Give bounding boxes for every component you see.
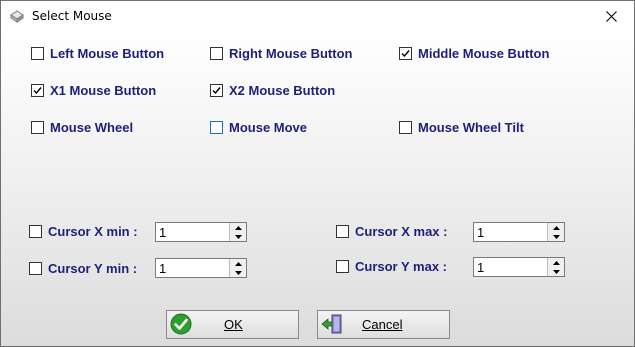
- arrow-down-icon: [234, 234, 242, 239]
- cursor-y-max-input[interactable]: [474, 258, 548, 276]
- right-mouse-button-option[interactable]: Right Mouse Button: [210, 46, 352, 61]
- arrow-up-icon: [234, 225, 242, 230]
- cursor-x-min-label: Cursor X min :: [48, 224, 138, 239]
- mouse-wheel-tilt-option[interactable]: Mouse Wheel Tilt: [399, 120, 524, 135]
- cursor-y-min-option[interactable]: Cursor Y min :: [29, 261, 137, 276]
- cursor-y-min-input[interactable]: [156, 259, 230, 277]
- mouse-wheel-option[interactable]: Mouse Wheel: [31, 120, 133, 135]
- green-checkmark-icon: [170, 313, 192, 335]
- middle-mouse-button-checkbox[interactable]: [399, 47, 412, 60]
- cursor-y-min-arrows: [229, 259, 246, 277]
- cursor-x-max-option[interactable]: Cursor X max :: [336, 224, 447, 239]
- ok-button-label: OK: [224, 317, 243, 332]
- cursor-y-max-checkbox[interactable]: [336, 260, 349, 273]
- cursor-x-min-arrows: [229, 223, 246, 241]
- cursor-y-min-checkbox[interactable]: [29, 262, 42, 275]
- right-mouse-button-checkbox[interactable]: [210, 47, 223, 60]
- left-mouse-button-option[interactable]: Left Mouse Button: [31, 46, 164, 61]
- cursor-x-max-input[interactable]: [474, 223, 548, 241]
- mouse-move-checkbox[interactable]: [210, 121, 223, 134]
- left-mouse-button-label: Left Mouse Button: [50, 46, 165, 61]
- cursor-y-max-spinbox[interactable]: [473, 257, 565, 277]
- cancel-button-label: Cancel: [362, 317, 403, 332]
- dialog-body: Left Mouse Button Right Mouse Button Mid…: [1, 32, 634, 346]
- close-button[interactable]: [589, 1, 634, 31]
- cursor-x-min-checkbox[interactable]: [29, 225, 42, 238]
- middle-mouse-button-option[interactable]: Middle Mouse Button: [399, 46, 549, 61]
- mouse-wheel-tilt-checkbox[interactable]: [399, 121, 412, 134]
- cursor-x-max-label: Cursor X max :: [355, 224, 448, 239]
- left-mouse-button-checkbox[interactable]: [31, 47, 44, 60]
- checkmark-icon: [212, 87, 221, 95]
- ok-button[interactable]: OK: [166, 310, 299, 339]
- arrow-up-icon: [234, 261, 242, 266]
- mouse-wheel-checkbox[interactable]: [31, 121, 44, 134]
- cursor-y-max-arrows: [547, 258, 564, 276]
- cursor-x-min-down-button[interactable]: [230, 232, 246, 241]
- cursor-x-max-checkbox[interactable]: [336, 225, 349, 238]
- cursor-y-max-label: Cursor Y max :: [355, 259, 448, 274]
- arrow-up-icon: [552, 225, 560, 230]
- select-mouse-dialog: Select Mouse Left Mouse Button Right Mou…: [0, 0, 635, 347]
- checkmark-icon: [401, 50, 410, 58]
- x1-mouse-button-checkbox[interactable]: [31, 84, 44, 97]
- right-mouse-button-label: Right Mouse Button: [229, 46, 353, 61]
- cursor-x-min-spinbox[interactable]: [155, 222, 247, 242]
- checkmark-icon: [33, 87, 42, 95]
- cursor-x-max-spinbox[interactable]: [473, 222, 565, 242]
- x2-mouse-button-checkbox[interactable]: [210, 84, 223, 97]
- cursor-y-max-option[interactable]: Cursor Y max :: [336, 259, 447, 274]
- cursor-y-max-down-button[interactable]: [548, 267, 564, 276]
- middle-mouse-button-label: Middle Mouse Button: [418, 46, 550, 61]
- arrow-down-icon: [552, 269, 560, 274]
- exit-door-icon: [321, 313, 343, 335]
- mouse-move-label: Mouse Move: [229, 120, 308, 135]
- cursor-x-max-arrows: [547, 223, 564, 241]
- window-title: Select Mouse: [32, 9, 112, 23]
- cursor-x-min-option[interactable]: Cursor X min :: [29, 224, 138, 239]
- cursor-x-min-input[interactable]: [156, 223, 230, 241]
- x1-mouse-button-option[interactable]: X1 Mouse Button: [31, 83, 156, 98]
- mouse-move-option[interactable]: Mouse Move: [210, 120, 307, 135]
- x1-mouse-button-label: X1 Mouse Button: [50, 83, 157, 98]
- arrow-down-icon: [552, 234, 560, 239]
- cursor-y-min-spinbox[interactable]: [155, 258, 247, 278]
- mouse-wheel-tilt-label: Mouse Wheel Tilt: [418, 120, 524, 135]
- title-bar: Select Mouse: [1, 1, 634, 32]
- cursor-x-max-down-button[interactable]: [548, 232, 564, 241]
- mouse-app-icon: [9, 9, 25, 23]
- arrow-down-icon: [234, 270, 242, 275]
- x2-mouse-button-label: X2 Mouse Button: [229, 83, 336, 98]
- arrow-up-icon: [552, 260, 560, 265]
- close-icon: [606, 10, 617, 22]
- x2-mouse-button-option[interactable]: X2 Mouse Button: [210, 83, 335, 98]
- cancel-button[interactable]: Cancel: [317, 310, 450, 339]
- cursor-y-min-label: Cursor Y min :: [48, 261, 138, 276]
- mouse-wheel-label: Mouse Wheel: [50, 120, 134, 135]
- cursor-y-min-down-button[interactable]: [230, 268, 246, 277]
